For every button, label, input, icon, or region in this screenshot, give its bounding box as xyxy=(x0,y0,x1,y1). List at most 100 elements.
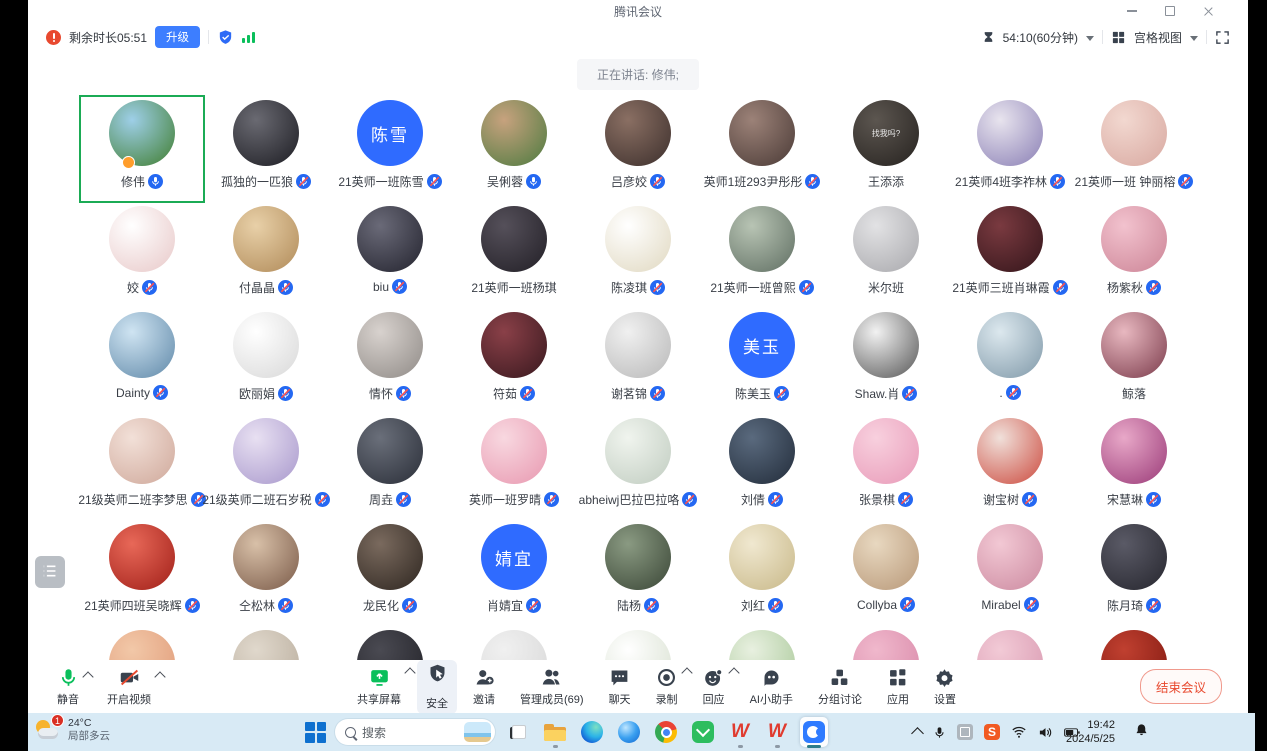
file-explorer-icon[interactable] xyxy=(541,717,569,747)
volume-icon[interactable] xyxy=(1038,726,1053,739)
blue-browser-icon[interactable] xyxy=(615,717,643,747)
participant-tile[interactable]: biu xyxy=(328,202,452,308)
participant-tile[interactable] xyxy=(948,626,1072,660)
toolbar-members-button[interactable]: 管理成员(69) xyxy=(511,660,593,714)
task-view-icon[interactable] xyxy=(504,717,532,747)
participant-tile[interactable]: abheiwj巴拉巴拉咯 xyxy=(576,414,700,520)
participant-tile[interactable]: Collyba xyxy=(824,520,948,626)
search-box[interactable]: 搜索 xyxy=(335,719,495,745)
member-list-toggle[interactable] xyxy=(35,556,65,588)
network-signal-icon[interactable] xyxy=(242,31,255,43)
taskbar-clock[interactable]: 19:42 2024/5/25 xyxy=(1066,718,1115,746)
toolbar-security-button[interactable]: 安全 xyxy=(417,660,457,714)
toolbar-camera-button[interactable]: 开启视频 xyxy=(98,664,160,710)
participant-tile[interactable] xyxy=(204,626,328,660)
participant-tile[interactable]: 宋慧琳 xyxy=(1072,414,1196,520)
participant-tile[interactable]: 符茹 xyxy=(452,308,576,414)
participant-tile[interactable]: 姣 xyxy=(80,202,204,308)
edge-browser-icon[interactable] xyxy=(578,717,606,747)
participant-tile[interactable]: 婧宜肖婧宜 xyxy=(452,520,576,626)
participant-tile[interactable]: 吕彦姣 xyxy=(576,96,700,202)
participant-tile[interactable]: 21英师4班李祚林 xyxy=(948,96,1072,202)
wifi-icon[interactable] xyxy=(1011,726,1027,739)
participant-tile[interactable]: 陆杨 xyxy=(576,520,700,626)
end-meeting-button[interactable]: 结束会议 xyxy=(1140,669,1222,704)
close-button[interactable] xyxy=(1202,5,1214,17)
grid-view-icon[interactable] xyxy=(1111,30,1126,45)
participant-tile[interactable]: 欧丽娟 xyxy=(204,308,328,414)
participant-tile[interactable] xyxy=(328,626,452,660)
toolbar-apps-button[interactable]: 应用 xyxy=(878,660,918,714)
participant-tile[interactable]: Mirabel xyxy=(948,520,1072,626)
notification-bell-icon[interactable] xyxy=(1134,722,1149,743)
shield-check-icon[interactable] xyxy=(217,29,234,46)
microphone-icon[interactable] xyxy=(933,725,946,740)
participant-tile[interactable] xyxy=(700,626,824,660)
chevron-up-icon[interactable] xyxy=(154,671,165,682)
chevron-up-icon[interactable] xyxy=(82,671,93,682)
participant-tile[interactable]: 21级英师二班李梦思 xyxy=(80,414,204,520)
participant-tile[interactable]: 21英师三班肖琳霞 xyxy=(948,202,1072,308)
participant-tile[interactable]: 周垚 xyxy=(328,414,452,520)
toolbar-breakout-button[interactable]: 分组讨论 xyxy=(809,660,871,714)
participant-tile[interactable]: 21英师一班杨琪 xyxy=(452,202,576,308)
participant-tile[interactable] xyxy=(80,626,204,660)
participant-tile[interactable]: 陈凌琪 xyxy=(576,202,700,308)
participant-tile[interactable]: 米尔班 xyxy=(824,202,948,308)
participant-tile[interactable]: 谢宝树 xyxy=(948,414,1072,520)
participant-tile[interactable]: 情怀 xyxy=(328,308,452,414)
participant-tile[interactable]: 陈月琦 xyxy=(1072,520,1196,626)
participant-tile[interactable]: 杨紫秋 xyxy=(1072,202,1196,308)
maximize-button[interactable] xyxy=(1164,5,1176,17)
toolbar-ai-assistant-button[interactable]: AI小助手 xyxy=(741,660,802,714)
ime-icon[interactable] xyxy=(957,724,973,740)
participant-tile[interactable]: 英师一班罗晴 xyxy=(452,414,576,520)
participant-tile[interactable]: 找我吗?王添添 xyxy=(824,96,948,202)
participant-tile[interactable]: 吴俐蓉 xyxy=(452,96,576,202)
participant-tile[interactable]: 21英师一班曾熙 xyxy=(700,202,824,308)
chevron-down-icon[interactable] xyxy=(1086,36,1094,41)
participant-tile[interactable]: 鲸落 xyxy=(1072,308,1196,414)
participant-tile[interactable]: Shaw.肖 xyxy=(824,308,948,414)
toolbar-mute-button[interactable]: 静音 xyxy=(48,664,88,710)
toolbar-share-screen-button[interactable]: 共享屏幕 xyxy=(348,660,410,714)
upgrade-button[interactable]: 升级 xyxy=(155,26,200,48)
tencent-meeting-icon[interactable] xyxy=(800,717,828,747)
participant-tile[interactable]: 付晶晶 xyxy=(204,202,328,308)
participant-tile[interactable]: 谢茗锦 xyxy=(576,308,700,414)
participant-tile[interactable]: 21英师四班吴晓辉 xyxy=(80,520,204,626)
toolbar-record-button[interactable]: 录制 xyxy=(647,660,687,714)
green-chat-app-icon[interactable] xyxy=(689,717,717,747)
participant-tile[interactable] xyxy=(452,626,576,660)
participant-tile[interactable] xyxy=(1072,626,1196,660)
wps-writer-icon[interactable]: W xyxy=(763,717,791,747)
chevron-down-icon[interactable] xyxy=(1190,36,1198,41)
chevron-up-icon[interactable] xyxy=(728,667,739,678)
minimize-button[interactable] xyxy=(1126,5,1138,17)
participant-tile[interactable]: 英师1班293尹彤彤 xyxy=(700,96,824,202)
participant-tile[interactable]: Dainty xyxy=(80,308,204,414)
participant-tile[interactable]: 孤独的一匹狼 xyxy=(204,96,328,202)
participant-tile[interactable]: 21级英师二班石岁税 xyxy=(204,414,328,520)
participant-tile[interactable]: 张景棋 xyxy=(824,414,948,520)
participant-tile[interactable]: . xyxy=(948,308,1072,414)
sogou-icon[interactable]: S xyxy=(984,724,1000,740)
wps-office-icon[interactable]: W xyxy=(726,717,754,747)
fullscreen-icon[interactable] xyxy=(1215,30,1230,45)
chevron-up-icon[interactable] xyxy=(681,667,692,678)
weather-widget[interactable]: 1 24°C 局部多云 xyxy=(34,716,110,744)
participant-tile[interactable] xyxy=(576,626,700,660)
view-mode-label[interactable]: 宫格视图 xyxy=(1134,29,1182,46)
toolbar-invite-button[interactable]: 邀请 xyxy=(464,660,504,714)
start-button[interactable] xyxy=(305,722,326,743)
toolbar-settings-button[interactable]: 设置 xyxy=(925,660,965,714)
chrome-icon[interactable] xyxy=(652,717,680,747)
chevron-up-icon[interactable] xyxy=(404,667,415,678)
toolbar-reaction-button[interactable]: 回应 xyxy=(694,660,734,714)
participant-tile[interactable]: 仝松林 xyxy=(204,520,328,626)
participant-tile[interactable]: 美玉陈美玉 xyxy=(700,308,824,414)
participant-tile[interactable]: 21英师一班 钟丽榕 xyxy=(1072,96,1196,202)
participant-tile[interactable] xyxy=(824,626,948,660)
participant-tile[interactable]: 陈雪21英师一班陈雪 xyxy=(328,96,452,202)
participant-tile[interactable]: 刘倩 xyxy=(700,414,824,520)
